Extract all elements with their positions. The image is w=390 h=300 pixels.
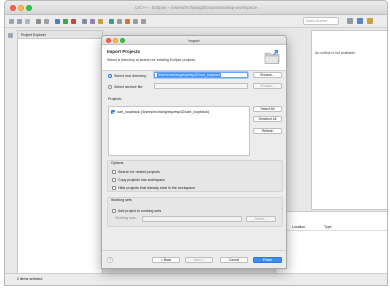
side-trim-bar — [8, 31, 13, 275]
import-dialog: Import Import Projects Select a director… — [101, 35, 287, 269]
status-bar: 0 items selected — [5, 273, 387, 285]
project-explorer-title: Project Explorer — [21, 33, 46, 37]
minimized-view-icon[interactable] — [8, 33, 13, 38]
select-all-button[interactable]: Select All — [253, 106, 282, 112]
column-location[interactable]: Location — [292, 224, 305, 231]
option-copy-row[interactable]: Copy projects into workspace — [112, 176, 165, 183]
window-title: C/C++ - Eclipse - /Users/mchiang/Documen… — [134, 5, 258, 10]
run-icon[interactable] — [63, 19, 68, 24]
select-root-radio[interactable] — [108, 73, 112, 78]
working-sets-label: Working sets — [111, 198, 132, 202]
select-working-sets-button[interactable]: Select... — [246, 216, 276, 222]
refresh-button[interactable]: Refresh — [253, 128, 282, 134]
select-root-row[interactable]: Select root directory: — [108, 72, 147, 79]
select-archive-label: Select archive file: — [114, 84, 144, 89]
search-icon[interactable] — [109, 19, 114, 24]
project-explorer-view: Project Explorer — [17, 30, 103, 275]
nested-projects-label: Search for nested projects — [118, 169, 160, 174]
annotation-icon[interactable] — [117, 19, 122, 24]
external-tools-icon[interactable] — [71, 19, 76, 24]
project-explorer-tab[interactable]: Project Explorer — [18, 31, 102, 39]
debug-perspective-icon[interactable] — [367, 18, 373, 24]
dialog-description: Select a directory to search for existin… — [107, 58, 197, 62]
build-icon[interactable] — [36, 19, 41, 24]
working-sets-field-label: Working sets: — [115, 216, 137, 220]
next-button[interactable]: Next > — [185, 257, 213, 263]
new-folder-icon[interactable] — [90, 19, 95, 24]
nested-projects-checkbox[interactable] — [112, 169, 116, 174]
help-icon[interactable]: ? — [107, 257, 113, 263]
finish-button[interactable]: Finish — [253, 257, 282, 263]
problems-view: Location Type — [275, 211, 387, 275]
quick-access-input[interactable]: Quick Access — [303, 17, 339, 25]
hide-existing-label: Hide projects that already exist in the … — [118, 185, 196, 190]
back-icon[interactable] — [133, 19, 138, 24]
problems-table-header: Location Type — [276, 224, 387, 231]
projects-label: Projects: — [108, 97, 122, 101]
root-directory-value: /Users/mchiang/esp/esp32/uart_loopback — [157, 73, 222, 77]
options-label: Options — [111, 161, 124, 165]
browse-root-button[interactable]: Browse... — [253, 72, 282, 78]
cancel-button[interactable]: Cancel — [220, 257, 248, 263]
copy-projects-checkbox[interactable] — [112, 177, 116, 182]
new-class-icon[interactable] — [82, 19, 87, 24]
deselect-all-button[interactable]: Deselect All — [253, 116, 282, 122]
hide-existing-checkbox[interactable] — [112, 185, 116, 190]
project-row[interactable]: uart_loopback (/Users/mchiang/esp/esp32/… — [111, 108, 209, 115]
add-working-sets-label: Add project to working sets — [118, 208, 162, 213]
projects-list[interactable]: uart_loopback (/Users/mchiang/esp/esp32/… — [108, 106, 250, 156]
select-archive-radio[interactable] — [108, 84, 112, 89]
column-type[interactable]: Type — [324, 224, 332, 231]
status-text: 0 items selected — [17, 277, 43, 281]
outline-view: An outline is not available. — [311, 30, 387, 210]
next-annotation-icon[interactable] — [125, 19, 130, 24]
outline-message: An outline is not available. — [315, 51, 356, 55]
root-directory-field[interactable]: /Users/mchiang/esp/esp32/uart_loopback — [154, 72, 248, 78]
open-perspective-icon[interactable] — [347, 18, 353, 24]
dialog-heading: Import Projects — [107, 49, 141, 54]
dialog-titlebar: Import — [102, 36, 286, 45]
window-titlebar: C/C++ - Eclipse - /Users/mchiang/Documen… — [5, 1, 387, 15]
open-type-icon[interactable] — [98, 19, 103, 24]
option-hide-row[interactable]: Hide projects that already exist in the … — [112, 184, 195, 191]
back-button[interactable]: < Back — [152, 257, 180, 263]
save-all-icon[interactable] — [25, 19, 30, 24]
archive-file-field[interactable] — [154, 83, 248, 89]
main-toolbar: Quick Access — [5, 15, 387, 28]
select-archive-row[interactable]: Select archive file: — [108, 83, 143, 90]
project-name: uart_loopback (/Users/mchiang/esp/esp32/… — [117, 109, 210, 114]
project-checkbox[interactable] — [111, 109, 115, 114]
option-nested-row[interactable]: Search for nested projects — [112, 168, 160, 175]
footer-separator — [102, 250, 286, 251]
build-config-icon[interactable] — [44, 19, 49, 24]
dialog-title: Import — [188, 38, 200, 43]
import-folder-icon — [264, 50, 280, 64]
new-file-icon[interactable] — [9, 19, 14, 24]
add-working-sets-row[interactable]: Add project to working sets — [112, 207, 161, 214]
working-sets-combo[interactable] — [142, 216, 242, 222]
browse-archive-button[interactable]: Browse... — [253, 83, 282, 89]
debug-icon[interactable] — [55, 19, 60, 24]
add-working-sets-checkbox[interactable] — [112, 208, 116, 213]
save-icon[interactable] — [17, 19, 22, 24]
copy-projects-label: Copy projects into workspace — [118, 177, 165, 182]
forward-icon[interactable] — [141, 19, 146, 24]
select-root-label: Select root directory: — [114, 73, 147, 78]
dialog-banner: Import Projects Select a directory to se… — [102, 45, 286, 71]
cpp-perspective-icon[interactable] — [357, 18, 363, 24]
